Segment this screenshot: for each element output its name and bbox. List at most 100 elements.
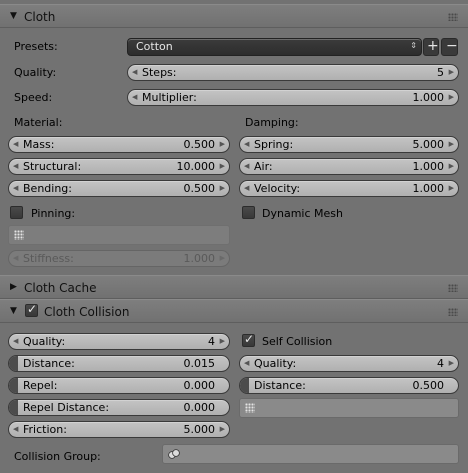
collision-quality-label: Quality:: [23, 335, 66, 348]
repel-label: Repel:: [23, 379, 58, 392]
air-value: 1.000: [412, 160, 445, 173]
self-collision-label: Self Collision: [262, 335, 333, 348]
decrement-arrow-icon[interactable]: ◀: [13, 337, 18, 345]
self-collision-checkbox[interactable]: ✓: [242, 332, 255, 347]
increment-arrow-icon[interactable]: ▶: [449, 359, 454, 367]
decrement-arrow-icon[interactable]: ◀: [13, 184, 18, 192]
add-preset-button[interactable]: +: [423, 38, 439, 56]
increment-arrow-icon[interactable]: ▶: [449, 162, 454, 170]
spring-field[interactable]: ◀ Spring: 5.000 ▶: [239, 136, 459, 153]
increment-arrow-icon[interactable]: ▶: [449, 68, 454, 76]
presets-dropdown[interactable]: Cotton ⇕: [127, 38, 422, 56]
collision-group-field[interactable]: [162, 444, 459, 464]
self-quality-label: Quality:: [254, 357, 297, 370]
increment-arrow-icon[interactable]: ▶: [220, 425, 225, 433]
air-field[interactable]: ◀ Air: 1.000 ▶: [239, 158, 459, 175]
increment-arrow-icon[interactable]: ▶: [220, 337, 225, 345]
dynamic-mesh-label: Dynamic Mesh: [262, 207, 343, 220]
increment-arrow-icon[interactable]: ▶: [220, 140, 225, 148]
pinning-checkbox[interactable]: [10, 206, 23, 219]
stiffness-field[interactable]: ◀ Stiffness: 1.000 ▶: [8, 250, 230, 267]
collision-distance-slider[interactable]: Distance: 0.015: [8, 355, 230, 372]
repel-distance-slider[interactable]: Repel Distance: 0.000: [8, 399, 230, 416]
increment-arrow-icon[interactable]: ▶: [449, 93, 454, 101]
decrement-arrow-icon[interactable]: ◀: [13, 140, 18, 148]
cloth-panel-header[interactable]: ▼ Cloth: [0, 4, 468, 28]
decrement-arrow-icon[interactable]: ◀: [244, 184, 249, 192]
friction-label: Friction:: [23, 423, 67, 436]
repel-slider[interactable]: Repel: 0.000: [8, 377, 230, 394]
slider-fill: [9, 400, 18, 415]
slider-fill: [240, 378, 249, 393]
presets-label: Presets:: [14, 40, 58, 53]
cloth-cache-panel-header[interactable]: ▶ Cloth Cache: [0, 275, 468, 299]
drag-grip-icon[interactable]: [448, 284, 458, 292]
vertex-group-icon: [14, 230, 24, 240]
multiplier-field[interactable]: ◀ Multiplier: 1.000 ▶: [127, 89, 459, 106]
structural-field[interactable]: ◀ Structural: 10.000 ▶: [8, 158, 230, 175]
increment-arrow-icon[interactable]: ▶: [449, 184, 454, 192]
decrement-arrow-icon[interactable]: ◀: [244, 162, 249, 170]
decrement-arrow-icon: ◀: [13, 254, 19, 262]
decrement-arrow-icon[interactable]: ◀: [132, 68, 137, 76]
pinning-label: Pinning:: [31, 207, 76, 220]
velocity-value: 1.000: [412, 182, 445, 195]
spring-label: Spring:: [254, 138, 294, 151]
dynamic-mesh-checkbox[interactable]: [242, 206, 255, 219]
velocity-field[interactable]: ◀ Velocity: 1.000 ▶: [239, 180, 459, 197]
material-label: Material:: [14, 116, 63, 129]
expand-right-icon: ▶: [10, 282, 17, 292]
cloth-collision-title: Cloth Collision: [44, 305, 130, 319]
speed-label: Speed:: [14, 91, 53, 104]
pinning-vertex-group-field[interactable]: [8, 225, 230, 245]
slider-fill: [9, 356, 18, 371]
bending-field[interactable]: ◀ Bending: 0.500 ▶: [8, 180, 230, 197]
collision-distance-value: 0.015: [183, 357, 216, 370]
self-distance-value: 0.500: [412, 379, 445, 392]
quality-label: Quality:: [14, 66, 57, 79]
minus-icon: −: [446, 38, 458, 54]
increment-arrow-icon[interactable]: ▶: [449, 140, 454, 148]
plus-icon: +: [427, 38, 439, 54]
bending-label: Bending:: [23, 182, 72, 195]
decrement-arrow-icon[interactable]: ◀: [244, 140, 249, 148]
checkmark-icon: ✓: [244, 332, 255, 346]
spring-value: 5.000: [412, 138, 445, 151]
collision-quality-value: 4: [208, 335, 215, 348]
vertex-group-icon: [245, 403, 255, 413]
multiplier-value: 1.000: [412, 91, 445, 104]
checkmark-icon: ✓: [27, 302, 38, 316]
cloth-cache-title: Cloth Cache: [24, 281, 97, 295]
remove-preset-button[interactable]: −: [441, 38, 458, 56]
increment-arrow-icon[interactable]: ▶: [220, 184, 225, 192]
stiffness-value: 1.000: [183, 252, 216, 265]
decrement-arrow-icon[interactable]: ◀: [132, 93, 137, 101]
decrement-arrow-icon[interactable]: ◀: [13, 162, 18, 170]
friction-field[interactable]: ◀ Friction: 5.000 ▶: [8, 421, 230, 438]
slider-fill: [9, 378, 18, 393]
expand-down-icon: ▼: [10, 306, 17, 316]
collision-quality-field[interactable]: ◀ Quality: 4 ▶: [8, 333, 230, 350]
drag-grip-icon[interactable]: [448, 13, 458, 21]
drag-grip-icon[interactable]: [448, 308, 458, 316]
steps-field[interactable]: ◀ Steps: 5 ▶: [127, 64, 459, 81]
repel-value: 0.000: [183, 379, 216, 392]
mass-label: Mass:: [23, 138, 55, 151]
structural-value: 10.000: [176, 160, 216, 173]
steps-label: Steps:: [142, 66, 177, 79]
collision-enable-checkbox[interactable]: ✓: [25, 302, 38, 317]
mass-value: 0.500: [183, 138, 216, 151]
increment-arrow-icon[interactable]: ▶: [220, 162, 225, 170]
decrement-arrow-icon[interactable]: ◀: [13, 425, 18, 433]
mass-field[interactable]: ◀ Mass: 0.500 ▶: [8, 136, 230, 153]
air-label: Air:: [254, 160, 273, 173]
self-quality-field[interactable]: ◀ Quality: 4 ▶: [239, 355, 459, 372]
decrement-arrow-icon[interactable]: ◀: [244, 359, 249, 367]
self-distance-slider[interactable]: Distance: 0.500: [239, 377, 459, 394]
self-collision-vertex-group-field[interactable]: [239, 398, 459, 418]
cloth-collision-panel-header[interactable]: ▼ ✓ Cloth Collision: [0, 299, 468, 323]
increment-arrow-icon: ▶: [219, 254, 225, 262]
multiplier-label: Multiplier:: [142, 91, 197, 104]
collision-distance-label: Distance:: [23, 357, 75, 370]
presets-value: Cotton: [136, 40, 173, 53]
